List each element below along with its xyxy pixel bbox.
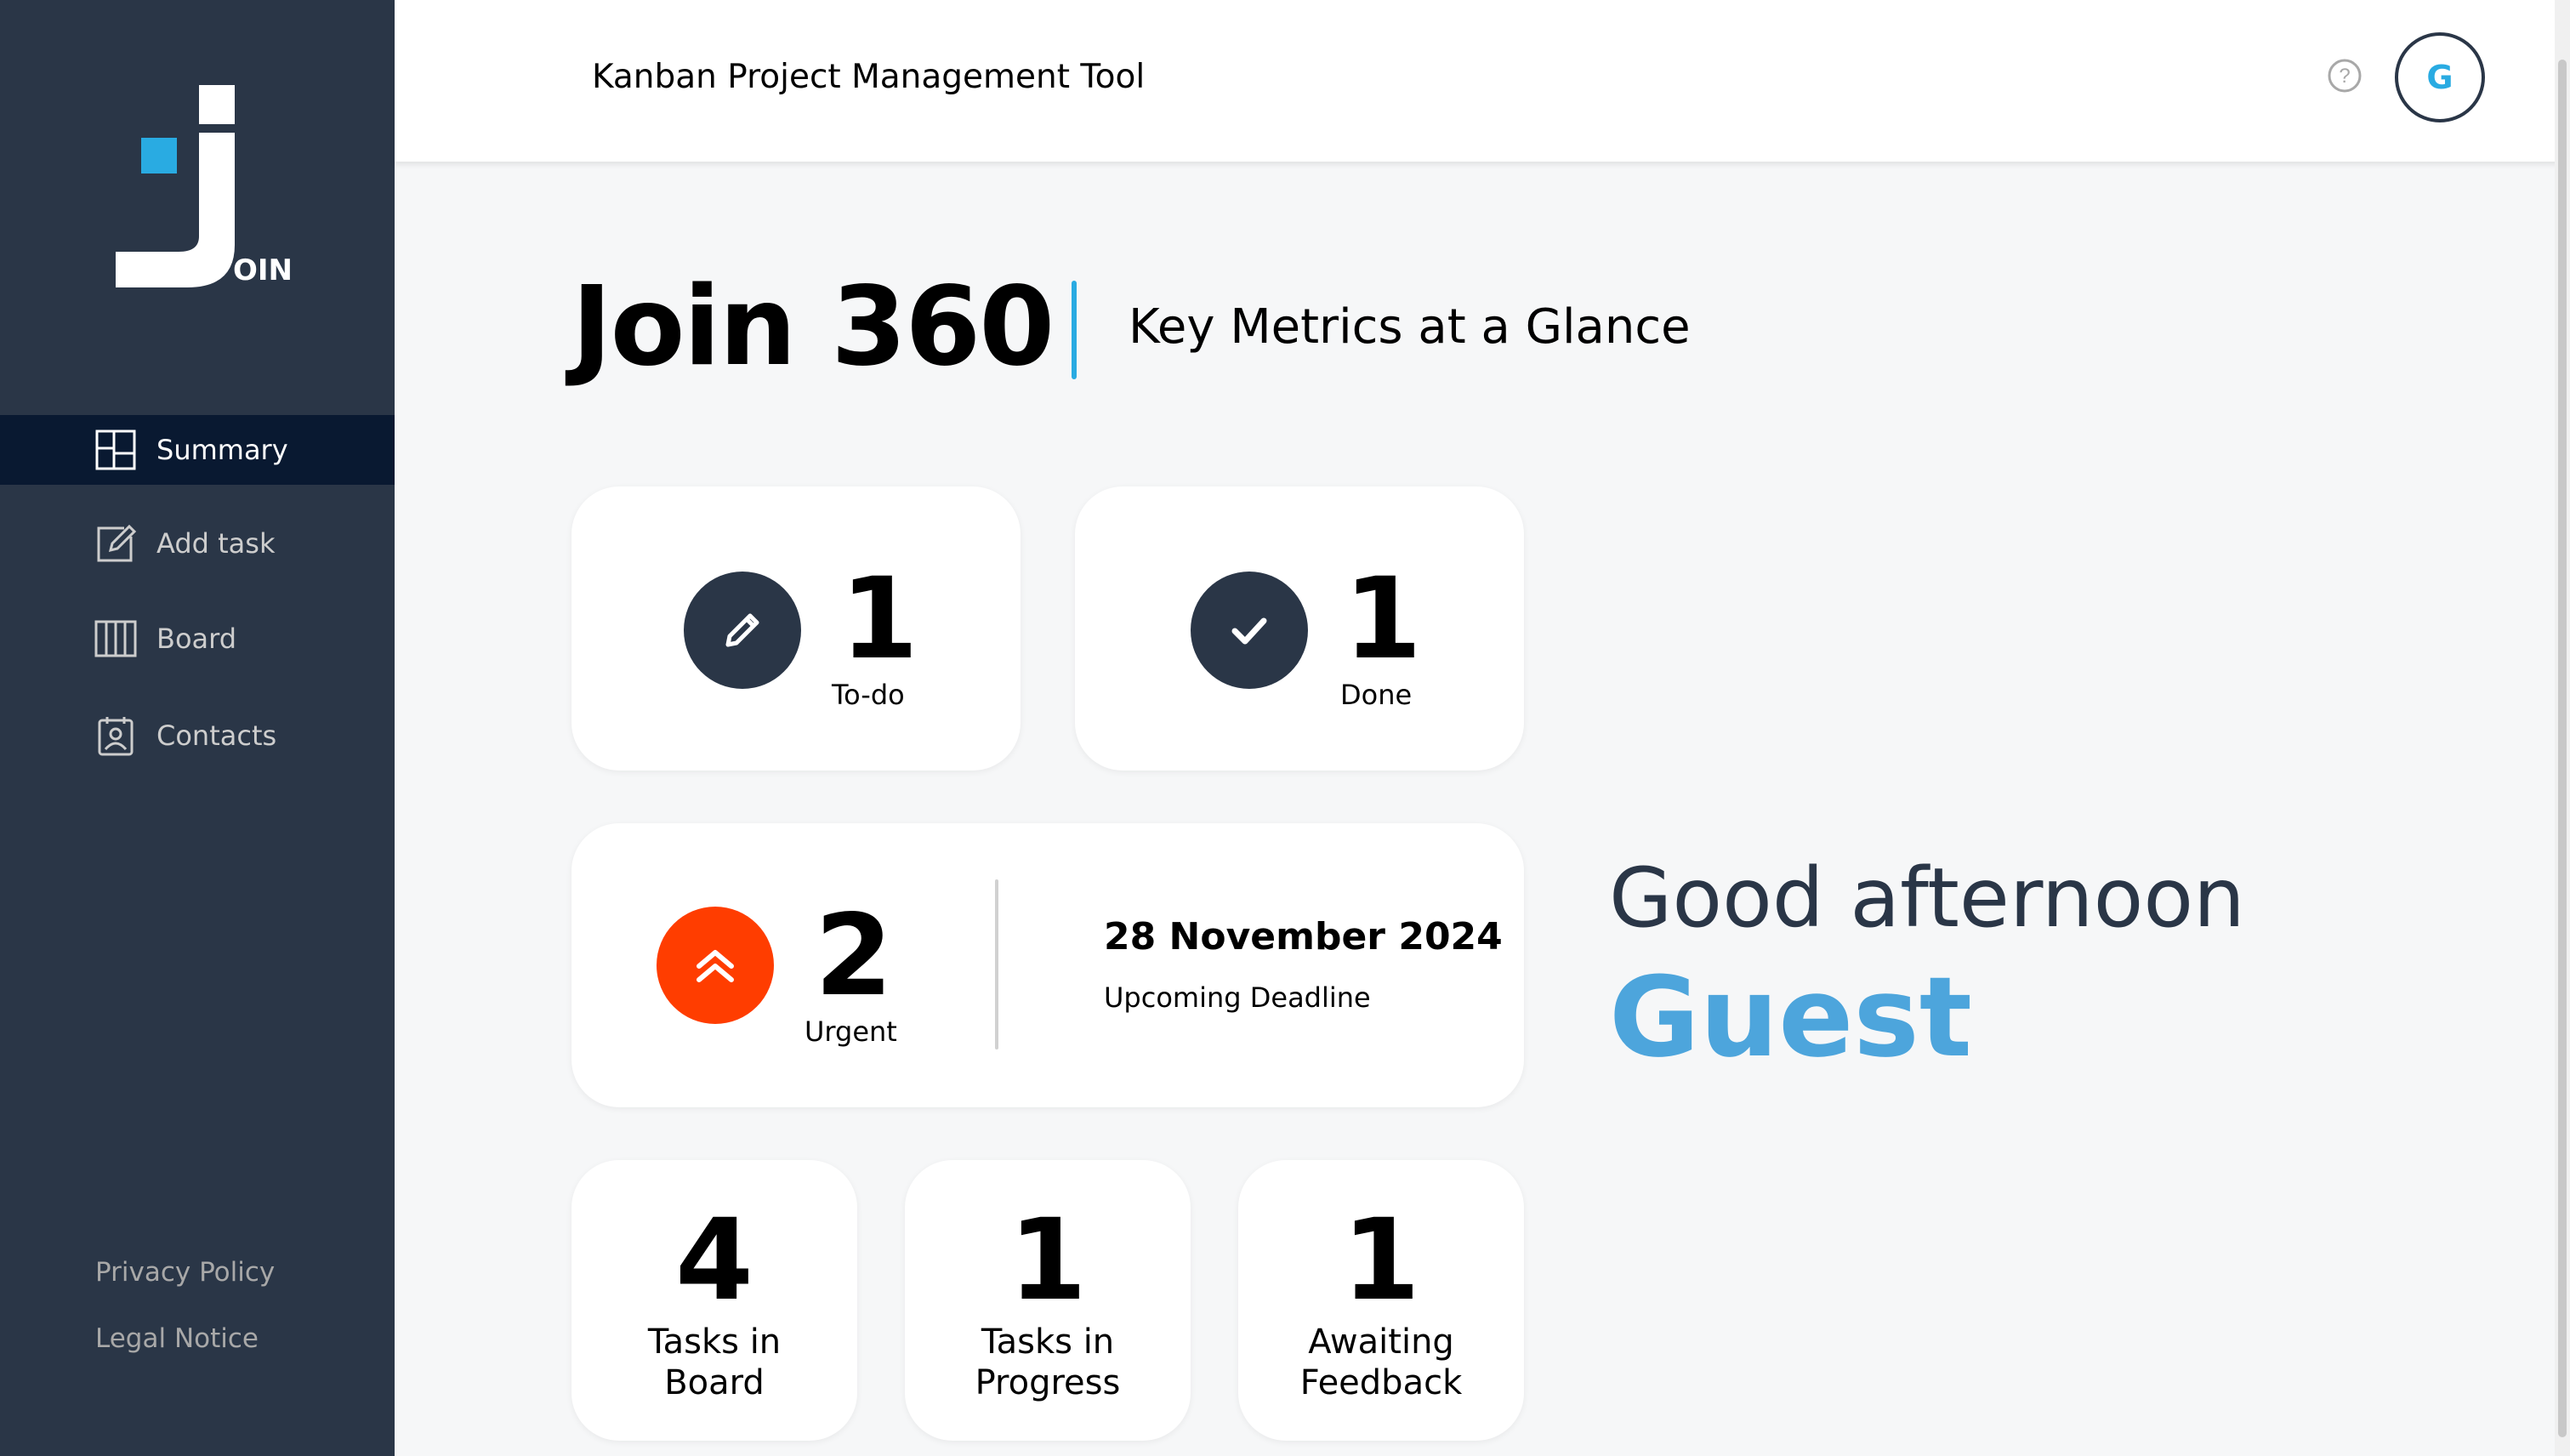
scrollbar-thumb[interactable] bbox=[2558, 60, 2567, 1437]
svg-text:?: ? bbox=[2339, 65, 2350, 88]
deadline-date: 28 November 2024 bbox=[1104, 915, 1503, 958]
page-subtitle: Key Metrics at a Glance bbox=[1129, 299, 1691, 355]
awaiting-feedback-card[interactable]: 1 Awaiting Feedback bbox=[1238, 1160, 1524, 1441]
sidebar-item-label: Board bbox=[156, 623, 237, 655]
urgent-card[interactable]: 2 Urgent 28 November 2024 Upcoming Deadl… bbox=[571, 823, 1524, 1107]
todo-label: To-do bbox=[832, 679, 905, 711]
label-line-2: Board bbox=[664, 1363, 765, 1402]
title-divider bbox=[1072, 281, 1077, 379]
sidebar: OIN Summary Add task Board Contacts Priv… bbox=[0, 0, 395, 1456]
done-card[interactable]: 1 Done bbox=[1075, 486, 1524, 771]
legal-notice-link[interactable]: Legal Notice bbox=[95, 1323, 259, 1354]
page-title: Join 360 bbox=[571, 264, 1055, 390]
greeting-text: Good afternoon bbox=[1609, 850, 2245, 946]
todo-count: 1 bbox=[840, 554, 918, 685]
todo-card[interactable]: 1 To-do bbox=[571, 486, 1021, 771]
logo-text: OIN bbox=[233, 253, 293, 287]
label-line-2: Feedback bbox=[1299, 1363, 1463, 1402]
awaiting-feedback-label: Awaiting Feedback bbox=[1238, 1322, 1524, 1403]
greeting-user-name: Guest bbox=[1609, 953, 1972, 1082]
add-task-icon bbox=[94, 521, 138, 566]
tasks-in-progress-label: Tasks in Progress bbox=[905, 1322, 1191, 1403]
tasks-in-progress-count: 1 bbox=[1009, 1195, 1087, 1326]
deadline-label: Upcoming Deadline bbox=[1104, 981, 1371, 1014]
label-line-2: Progress bbox=[975, 1363, 1121, 1402]
done-label: Done bbox=[1340, 679, 1413, 711]
summary-icon bbox=[94, 428, 138, 472]
sidebar-item-label: Contacts bbox=[156, 719, 277, 752]
privacy-policy-link[interactable]: Privacy Policy bbox=[95, 1257, 275, 1288]
done-count: 1 bbox=[1344, 554, 1422, 685]
sidebar-item-contacts[interactable]: Contacts bbox=[0, 701, 395, 771]
label-line-1: Tasks in bbox=[647, 1322, 782, 1362]
card-divider bbox=[995, 879, 998, 1049]
awaiting-feedback-count: 1 bbox=[1342, 1195, 1420, 1326]
sidebar-item-label: Summary bbox=[156, 434, 288, 466]
label-line-1: Awaiting bbox=[1308, 1322, 1454, 1362]
pencil-icon bbox=[684, 572, 801, 689]
check-icon bbox=[1191, 572, 1308, 689]
top-header: Kanban Project Management Tool ? G bbox=[395, 0, 2570, 162]
header-title: Kanban Project Management Tool bbox=[592, 58, 1146, 96]
join-logo[interactable]: OIN bbox=[111, 83, 298, 296]
scrollbar[interactable] bbox=[2555, 0, 2570, 1456]
sidebar-item-label: Add task bbox=[156, 527, 276, 560]
tasks-in-board-card[interactable]: 4 Tasks in Board bbox=[571, 1160, 857, 1441]
tasks-in-board-count: 4 bbox=[675, 1195, 753, 1326]
sidebar-item-board[interactable]: Board bbox=[0, 604, 395, 674]
label-line-1: Tasks in bbox=[981, 1322, 1115, 1362]
double-chevron-up-icon bbox=[657, 907, 774, 1024]
urgent-label: Urgent bbox=[805, 1015, 897, 1048]
sidebar-item-summary[interactable]: Summary bbox=[0, 415, 395, 485]
contacts-icon bbox=[94, 714, 138, 758]
board-icon bbox=[94, 617, 138, 661]
tasks-in-progress-card[interactable]: 1 Tasks in Progress bbox=[905, 1160, 1191, 1441]
sidebar-item-add-task[interactable]: Add task bbox=[0, 509, 395, 578]
urgent-count: 2 bbox=[815, 890, 893, 1021]
help-icon[interactable]: ? bbox=[2327, 58, 2362, 94]
tasks-in-board-label: Tasks in Board bbox=[571, 1322, 857, 1403]
user-avatar[interactable]: G bbox=[2395, 32, 2485, 122]
